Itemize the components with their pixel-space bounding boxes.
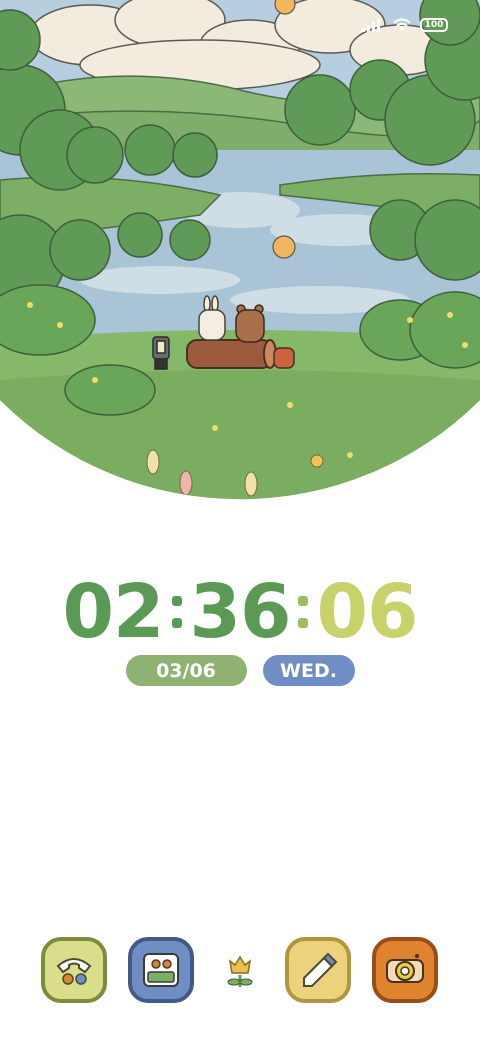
lantern bbox=[152, 336, 170, 370]
wallpaper-scene bbox=[0, 0, 480, 500]
weekday-pill: WED. bbox=[262, 655, 355, 686]
clock-separator bbox=[171, 596, 182, 628]
clock-hours: 02 bbox=[62, 569, 165, 655]
flower-icon bbox=[227, 955, 253, 987]
date-row: 03/06 WED. bbox=[0, 655, 480, 686]
bear bbox=[235, 304, 265, 343]
status-bar: 100 bbox=[362, 18, 448, 32]
clock-separator bbox=[298, 596, 309, 628]
app-dock bbox=[0, 937, 480, 1007]
camera-app-button[interactable] bbox=[372, 937, 438, 1003]
log bbox=[186, 339, 277, 369]
sun-reflection bbox=[272, 235, 296, 259]
notes-icon bbox=[303, 952, 338, 987]
sun bbox=[274, 0, 296, 15]
phone-app-button[interactable] bbox=[41, 937, 107, 1003]
backpack bbox=[273, 347, 295, 369]
notes-app-button[interactable] bbox=[285, 937, 351, 1003]
clock-seconds: 06 bbox=[316, 569, 418, 655]
camera-icon bbox=[386, 954, 424, 983]
clock-minutes: 36 bbox=[189, 569, 292, 655]
gallery-icon bbox=[143, 953, 179, 987]
flower-decoration bbox=[222, 951, 258, 989]
battery-icon: 100 bbox=[420, 18, 448, 32]
wifi-icon bbox=[392, 18, 412, 32]
gallery-app-button[interactable] bbox=[128, 937, 194, 1003]
signal-icon bbox=[362, 18, 384, 32]
phone-icon bbox=[56, 958, 92, 985]
date-pill: 03/06 bbox=[125, 655, 247, 686]
clock: 02 36 06 bbox=[0, 575, 480, 649]
